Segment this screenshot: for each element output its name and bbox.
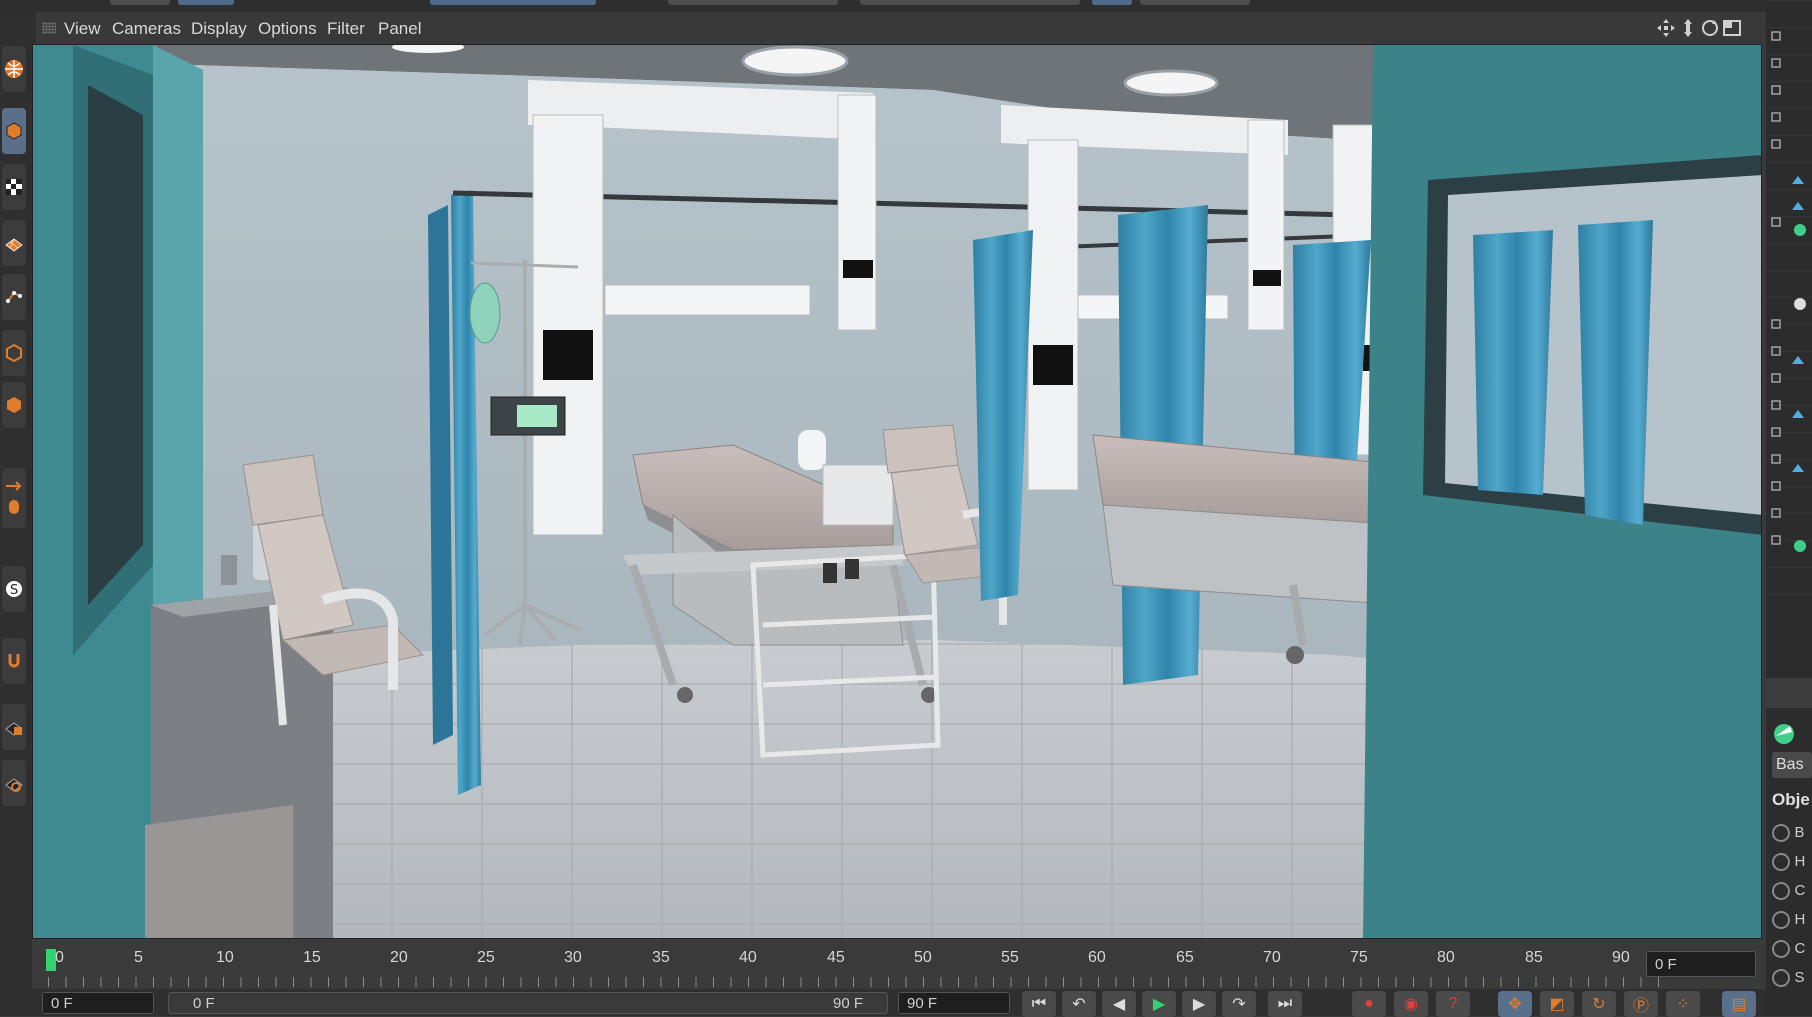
polygons-mode-icon[interactable] <box>2 382 26 428</box>
object-section-label: Obje <box>1772 790 1810 809</box>
right-object-panel: Bas Obje B H C H C S <box>1766 0 1812 1016</box>
timeline-tick: 20 <box>390 949 408 966</box>
radio-row[interactable]: C <box>1772 882 1812 904</box>
left-toolbar: S <box>0 12 36 1016</box>
timeline-window-icon[interactable]: ▤ <box>1722 991 1756 1017</box>
next-key-icon[interactable]: ↷ <box>1222 991 1256 1017</box>
locked-workplane-icon[interactable] <box>2 704 26 750</box>
hospital-ward-render <box>33 45 1761 938</box>
points-mode-icon[interactable] <box>2 274 26 320</box>
timeline-tick: 50 <box>914 949 932 966</box>
model-mode-cube-icon[interactable] <box>2 108 26 154</box>
range-start-label: 0 F <box>193 995 215 1012</box>
material-sphere-icon[interactable] <box>1772 722 1796 746</box>
tweak-mode-icon[interactable]: S <box>2 566 26 612</box>
menu-panel[interactable]: Panel <box>378 19 421 39</box>
previous-key-icon[interactable]: ↶ <box>1062 991 1096 1017</box>
timeline-tick: 45 <box>827 949 845 966</box>
timeline-tick: 85 <box>1525 949 1543 966</box>
viewport-menu-bar: View Cameras Display Options Filter Pane… <box>36 12 1766 44</box>
axis-mode-icon[interactable] <box>2 468 26 528</box>
radio-row[interactable]: H <box>1772 853 1812 875</box>
radio-row[interactable]: B <box>1772 824 1812 846</box>
menu-display[interactable]: Display <box>191 19 247 39</box>
timeline-tick: 15 <box>303 949 321 966</box>
menu-cameras[interactable]: Cameras <box>112 19 181 39</box>
end-frame-field[interactable]: 90 F <box>898 992 1010 1014</box>
panel-grip-icon[interactable] <box>42 22 56 34</box>
top-toolbar-strip <box>0 0 1812 12</box>
edges-mode-icon[interactable] <box>2 330 26 376</box>
step-back-icon[interactable]: ◀ <box>1102 991 1136 1017</box>
timeline-tick: 65 <box>1176 949 1194 966</box>
parameter-key-icon[interactable]: Ⓟ <box>1624 991 1658 1017</box>
timeline-tick: 60 <box>1088 949 1106 966</box>
play-icon[interactable]: ▶ <box>1142 991 1176 1017</box>
attributes-grip[interactable] <box>1766 678 1812 708</box>
object-tree-icons[interactable] <box>1770 26 1810 566</box>
radio-row[interactable]: C <box>1772 940 1812 962</box>
top-tab[interactable] <box>110 0 170 5</box>
globe-icon[interactable] <box>2 46 26 92</box>
rotate-view-icon[interactable] <box>1700 18 1720 38</box>
menu-options[interactable]: Options <box>258 19 317 39</box>
radio-row[interactable]: H <box>1772 911 1812 933</box>
current-frame-field[interactable]: 0 F <box>1646 951 1756 977</box>
toggle-view-layout-icon[interactable] <box>1722 18 1742 38</box>
texture-checker-icon[interactable] <box>2 164 26 210</box>
top-tab[interactable] <box>668 0 838 5</box>
timeline-tick: 0 <box>55 949 64 966</box>
top-tab[interactable] <box>1140 0 1250 5</box>
timeline-tick: 35 <box>652 949 670 966</box>
timeline-tick: 55 <box>1001 949 1019 966</box>
frame-range-slider[interactable]: 0 F 90 F <box>168 992 888 1014</box>
top-tab[interactable] <box>860 0 1080 5</box>
timeline-tick: 5 <box>134 949 143 966</box>
planar-workplane-icon[interactable] <box>2 760 26 806</box>
scale-key-icon[interactable]: ◩ <box>1540 991 1574 1017</box>
record-keys-icon[interactable]: ● <box>1352 991 1386 1017</box>
go-to-start-icon[interactable]: ⏮ <box>1022 991 1056 1017</box>
radio-row[interactable]: S <box>1772 969 1812 991</box>
timeline-ruler[interactable] <box>48 977 1668 987</box>
menu-filter[interactable]: Filter <box>327 19 365 39</box>
zoom-view-icon[interactable] <box>1678 18 1698 38</box>
auto-keying-icon[interactable]: ◉ <box>1394 991 1428 1017</box>
workplane-icon[interactable] <box>2 220 26 266</box>
timeline-tick: 70 <box>1263 949 1281 966</box>
basic-tab[interactable]: Bas <box>1772 752 1812 778</box>
timeline-tick: 30 <box>564 949 582 966</box>
timeline[interactable]: 0 5 10 15 20 25 30 35 40 45 50 55 60 65 … <box>32 939 1766 989</box>
menu-view[interactable]: View <box>64 19 101 39</box>
timeline-tick: 10 <box>216 949 234 966</box>
3d-viewport[interactable] <box>32 44 1762 939</box>
go-to-end-icon[interactable]: ⏭ <box>1268 991 1302 1017</box>
timeline-tick: 80 <box>1437 949 1455 966</box>
svg-text:S: S <box>10 583 18 598</box>
timeline-tick: 75 <box>1350 949 1368 966</box>
point-level-animation-icon[interactable]: ⁘ <box>1666 991 1700 1017</box>
playback-bar: 0 F 0 F 90 F 90 F ⏮ ↶ ◀ ▶ ▶ ↷ ⏭ ● ◉ ? ✥ … <box>32 989 1766 1017</box>
top-tab-active[interactable] <box>430 0 596 5</box>
top-tab-active[interactable] <box>178 0 234 5</box>
move-view-icon[interactable] <box>1656 18 1676 38</box>
top-tab-active[interactable] <box>1092 0 1132 5</box>
timeline-tick: 90 <box>1612 949 1630 966</box>
timeline-tick: 40 <box>739 949 757 966</box>
range-end-label: 90 F <box>832 995 863 1012</box>
step-forward-icon[interactable]: ▶ <box>1182 991 1216 1017</box>
timeline-tick: 25 <box>477 949 495 966</box>
rotation-key-icon[interactable]: ↻ <box>1582 991 1616 1017</box>
snap-icon[interactable] <box>2 638 26 684</box>
position-key-icon[interactable]: ✥ <box>1498 991 1532 1017</box>
keyframe-selection-icon[interactable]: ? <box>1436 991 1470 1017</box>
start-frame-field[interactable]: 0 F <box>42 992 154 1014</box>
